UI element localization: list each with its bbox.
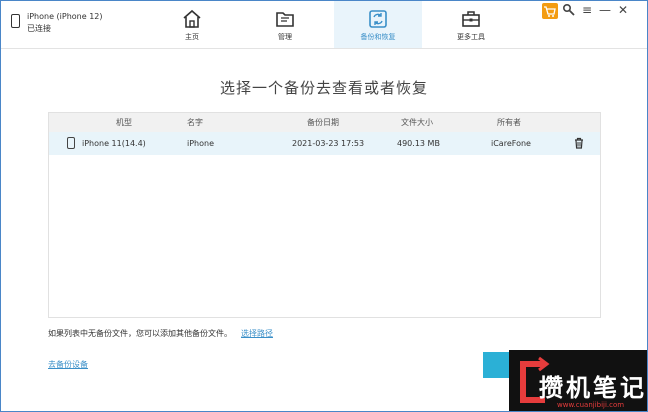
- folder-icon: [276, 12, 294, 27]
- trash-icon[interactable]: [573, 137, 585, 149]
- column-model: 机型: [116, 118, 132, 127]
- phone-icon: [67, 137, 75, 149]
- row-date: 2021-03-23 17:53: [292, 139, 365, 148]
- page-title: 选择一个备份去查看或者恢复: [219, 79, 428, 97]
- toolbox-icon: [462, 11, 480, 27]
- close-icon: ✕: [617, 3, 629, 17]
- column-owner: 所有者: [497, 118, 521, 127]
- device-status: 已连接: [27, 24, 51, 33]
- top-bar: iPhone (iPhone 12) 已连接 主页 管理 备份和恢复 更多工具 …: [1, 1, 647, 49]
- watermark-url: www.cuanjibiji.com: [557, 401, 625, 409]
- minimize-button[interactable]: —: [598, 3, 612, 17]
- cart-icon: [544, 6, 556, 17]
- go-backup-link[interactable]: 去备份设备: [48, 359, 88, 370]
- backup-table: 机型 名字 备份日期 文件大小 所有者 iPhone 11(14.4) iPho…: [48, 112, 601, 318]
- table-header: 机型 名字 备份日期 文件大小 所有者: [49, 113, 600, 132]
- search-key-button[interactable]: [562, 3, 576, 17]
- column-date: 备份日期: [307, 118, 339, 127]
- tab-home-label: 主页: [185, 33, 199, 41]
- tab-manage-label: 管理: [278, 33, 292, 41]
- row-size: 490.13 MB: [397, 139, 440, 148]
- watermark-title: 攒机笔记: [539, 374, 647, 402]
- watermark: 攒机笔记 www.cuanjibiji.com: [509, 350, 647, 411]
- menu-icon: ≡: [581, 3, 593, 17]
- tab-manage[interactable]: 管理: [241, 1, 329, 48]
- app-window: iPhone (iPhone 12) 已连接 主页 管理 备份和恢复 更多工具 …: [0, 0, 648, 412]
- search-key-icon: [562, 3, 575, 16]
- cart-button[interactable]: [542, 3, 558, 19]
- tab-backup-restore-label: 备份和恢复: [360, 33, 396, 41]
- tab-more-tools[interactable]: 更多工具: [427, 1, 515, 48]
- row-name: iPhone: [187, 139, 215, 148]
- phone-icon: [11, 14, 20, 28]
- minimize-icon: —: [599, 3, 611, 17]
- menu-button[interactable]: ≡: [580, 3, 594, 17]
- column-size: 文件大小: [401, 118, 433, 127]
- backup-restore-icon: [369, 10, 387, 28]
- column-name: 名字: [187, 118, 203, 127]
- row-model: iPhone 11(14.4): [82, 139, 146, 148]
- tab-more-tools-label: 更多工具: [457, 33, 485, 41]
- home-icon: [183, 9, 201, 28]
- row-owner: iCareFone: [491, 139, 531, 148]
- device-name: iPhone (iPhone 12): [27, 12, 103, 21]
- tab-home[interactable]: 主页: [148, 1, 236, 48]
- tab-backup-restore[interactable]: 备份和恢复: [334, 1, 422, 48]
- choose-path-link[interactable]: 选择路径: [241, 328, 273, 339]
- hint-text: 如果列表中无备份文件，您可以添加其他备份文件。: [48, 329, 232, 338]
- table-row[interactable]: iPhone 11(14.4) iPhone 2021-03-23 17:53 …: [49, 132, 600, 155]
- close-button[interactable]: ✕: [616, 3, 630, 17]
